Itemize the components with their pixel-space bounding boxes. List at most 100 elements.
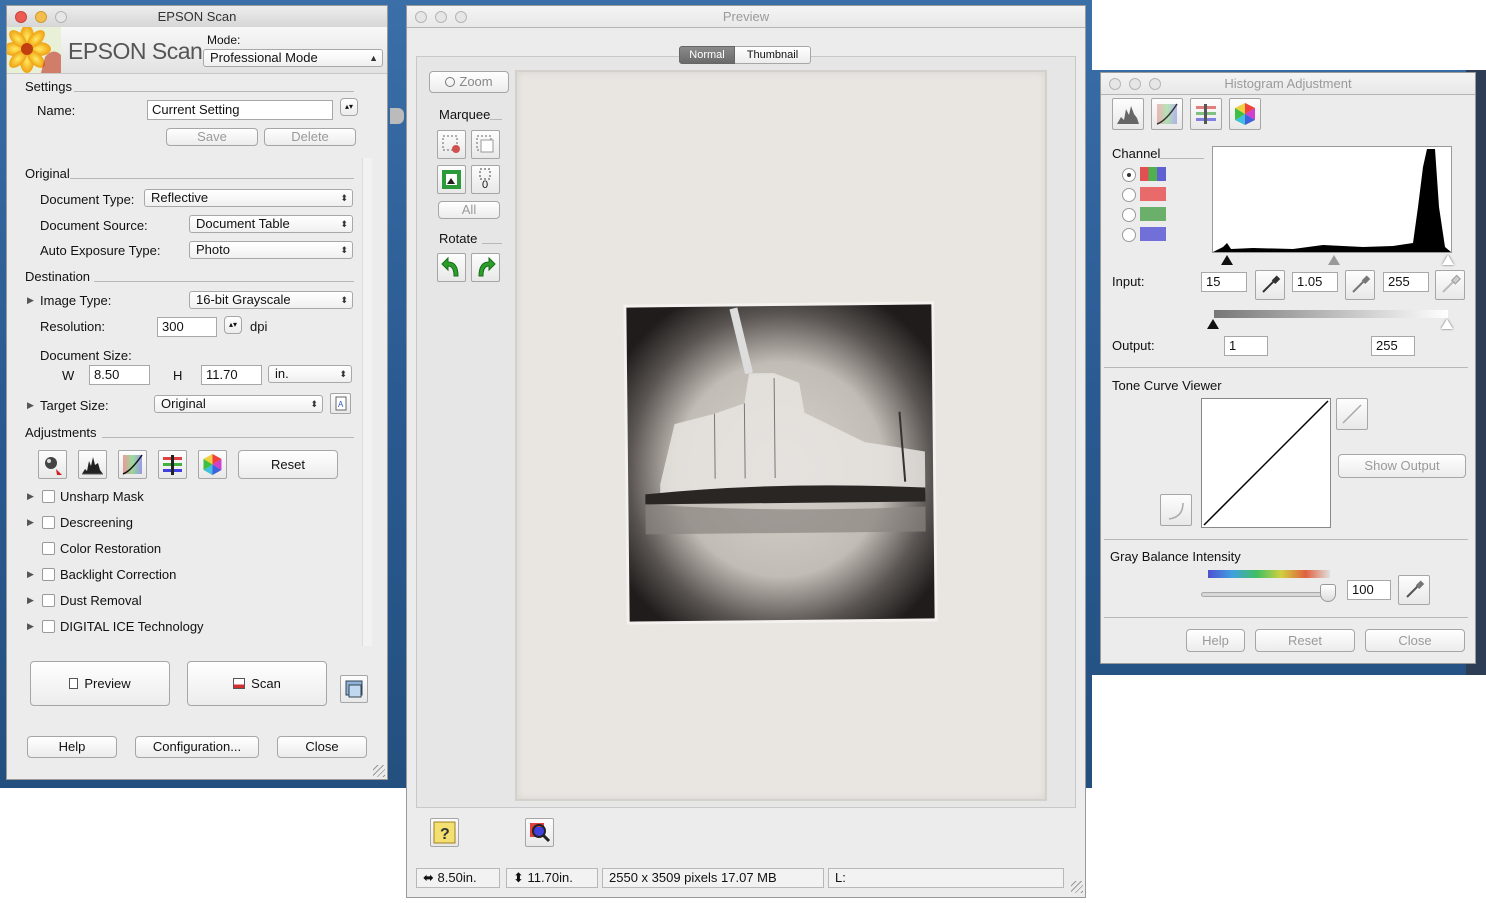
- unsharp-mask-checkbox[interactable]: [42, 490, 55, 503]
- adjustments-reset-button[interactable]: Reset: [238, 450, 338, 479]
- select-all-button[interactable]: All: [438, 201, 500, 219]
- image-adjustment-tab-icon[interactable]: [1190, 98, 1222, 130]
- setting-stepper[interactable]: ▴▾: [340, 98, 358, 116]
- resolution-field[interactable]: 300: [157, 317, 217, 337]
- output-low-slider-icon[interactable]: [1207, 319, 1219, 329]
- preview-button[interactable]: Preview: [30, 661, 170, 706]
- unsharp-mask-disclosure-icon[interactable]: ▶: [27, 491, 34, 502]
- show-output-button[interactable]: Show Output: [1338, 454, 1466, 478]
- disclosure-triangle-icon[interactable]: ▶: [27, 295, 34, 306]
- channel-blue-radio[interactable]: [1122, 228, 1136, 242]
- auto-exposure-select[interactable]: Photo ⬍: [189, 241, 353, 259]
- dpi-label: dpi: [250, 319, 268, 334]
- delete-setting-button[interactable]: Delete: [264, 128, 356, 146]
- gray-balance-field[interactable]: 100: [1347, 580, 1391, 600]
- channel-green-radio[interactable]: [1122, 208, 1136, 222]
- width-field[interactable]: 8.50: [89, 365, 150, 385]
- auto-exposure-icon[interactable]: [38, 450, 67, 479]
- save-setting-button[interactable]: Save: [166, 128, 258, 146]
- destination-section-label: Destination: [25, 269, 91, 284]
- gray-balance-eyedropper-icon[interactable]: [1398, 575, 1430, 605]
- linear-curve-icon[interactable]: [1336, 398, 1368, 430]
- close-window-button[interactable]: [1109, 78, 1121, 90]
- histogram-help-button[interactable]: Help: [1186, 629, 1245, 652]
- backlight-correction-disclosure-icon[interactable]: ▶: [27, 569, 34, 580]
- output-high-slider-icon[interactable]: [1441, 319, 1453, 329]
- histogram-tab-icon[interactable]: [1112, 98, 1144, 130]
- scan-button[interactable]: Scan: [187, 661, 327, 706]
- image-adjustment-icon[interactable]: [158, 450, 187, 479]
- zoom-button[interactable]: Zoom: [429, 71, 509, 93]
- marquee-delete-icon[interactable]: [437, 130, 466, 159]
- digital-ice-disclosure-icon[interactable]: ▶: [27, 621, 34, 632]
- output-high-field[interactable]: 255: [1371, 336, 1415, 356]
- height-field[interactable]: 11.70: [201, 365, 262, 385]
- document-source-select[interactable]: Document Table ⬍: [189, 215, 353, 233]
- close-window-button[interactable]: [415, 11, 427, 23]
- tone-curve-tab-icon[interactable]: [1151, 98, 1183, 130]
- color-palette-icon[interactable]: [198, 450, 227, 479]
- zoom-window-button[interactable]: [1149, 78, 1161, 90]
- output-low-field[interactable]: 1: [1224, 336, 1268, 356]
- close-window-button[interactable]: [15, 11, 27, 23]
- descreening-disclosure-icon[interactable]: ▶: [27, 517, 34, 528]
- resize-grip-icon[interactable]: [1071, 881, 1083, 893]
- channel-red-radio[interactable]: [1122, 188, 1136, 202]
- minimize-window-button[interactable]: [35, 11, 47, 23]
- configuration-button[interactable]: Configuration...: [135, 736, 259, 758]
- gray-balance-slider-track[interactable]: [1201, 592, 1335, 597]
- document-type-select[interactable]: Reflective ⬍: [144, 189, 353, 207]
- gray-balance-slider-thumb[interactable]: [1320, 584, 1336, 602]
- zoom-window-button[interactable]: [455, 11, 467, 23]
- rotate-left-icon[interactable]: [437, 253, 466, 282]
- highlight-slider-icon[interactable]: [1442, 255, 1454, 265]
- histogram-close-button[interactable]: Close: [1365, 629, 1465, 652]
- unit-select[interactable]: in. ⬍: [268, 365, 352, 383]
- custom-curve-icon[interactable]: [1160, 494, 1192, 526]
- densitometer-icon[interactable]: [525, 818, 554, 847]
- color-restoration-label: Color Restoration: [60, 541, 162, 556]
- input-shadow-field[interactable]: 15: [1201, 272, 1247, 292]
- tone-curve-icon[interactable]: [118, 450, 147, 479]
- setting-name-field[interactable]: Current Setting: [147, 100, 333, 120]
- shadow-slider-icon[interactable]: [1221, 255, 1233, 265]
- backlight-correction-checkbox[interactable]: [42, 568, 55, 581]
- color-restoration-checkbox[interactable]: [42, 542, 55, 555]
- image-type-select[interactable]: 16-bit Grayscale ⬍: [189, 291, 353, 309]
- target-size-document-icon[interactable]: A: [330, 393, 351, 414]
- marquee-duplicate-icon[interactable]: [471, 130, 500, 159]
- auto-locate-icon[interactable]: [437, 165, 466, 194]
- mode-select[interactable]: Professional Mode ▲: [203, 49, 383, 67]
- gamma-eyedropper-icon[interactable]: [1345, 270, 1375, 300]
- input-highlight-field[interactable]: 255: [1383, 272, 1429, 292]
- descreening-checkbox[interactable]: [42, 516, 55, 529]
- histogram-icon[interactable]: [78, 450, 107, 479]
- tab-normal[interactable]: Normal: [679, 46, 735, 64]
- highlight-eyedropper-icon[interactable]: [1435, 270, 1465, 300]
- close-button[interactable]: Close: [277, 736, 367, 758]
- file-save-settings-icon[interactable]: [340, 675, 368, 703]
- channel-rgb-radio[interactable]: [1122, 168, 1136, 182]
- dust-removal-checkbox[interactable]: [42, 594, 55, 607]
- target-size-select[interactable]: Original ⬍: [154, 395, 323, 413]
- resolution-stepper[interactable]: ▴▾: [224, 316, 242, 334]
- resize-grip-icon[interactable]: [373, 765, 385, 777]
- disclosure-triangle-icon[interactable]: ▶: [27, 400, 34, 411]
- input-gamma-field[interactable]: 1.05: [1292, 272, 1338, 292]
- rotate-right-icon[interactable]: [471, 253, 500, 282]
- shadow-eyedropper-icon[interactable]: [1255, 270, 1285, 300]
- dust-removal-disclosure-icon[interactable]: ▶: [27, 595, 34, 606]
- gamma-slider-icon[interactable]: [1328, 255, 1340, 265]
- help-button[interactable]: Help: [27, 736, 117, 758]
- histogram-reset-button[interactable]: Reset: [1255, 629, 1355, 652]
- tab-thumbnail[interactable]: Thumbnail: [735, 46, 811, 64]
- marquee-count-icon[interactable]: 0: [471, 165, 500, 194]
- settings-scrollbar[interactable]: [362, 158, 372, 646]
- color-palette-tab-icon[interactable]: [1229, 98, 1261, 130]
- digital-ice-checkbox[interactable]: [42, 620, 55, 633]
- preview-titlebar: Preview: [407, 6, 1085, 28]
- minimize-window-button[interactable]: [435, 11, 447, 23]
- help-question-icon[interactable]: ?: [430, 818, 459, 847]
- zoom-window-button[interactable]: [55, 11, 67, 23]
- minimize-window-button[interactable]: [1129, 78, 1141, 90]
